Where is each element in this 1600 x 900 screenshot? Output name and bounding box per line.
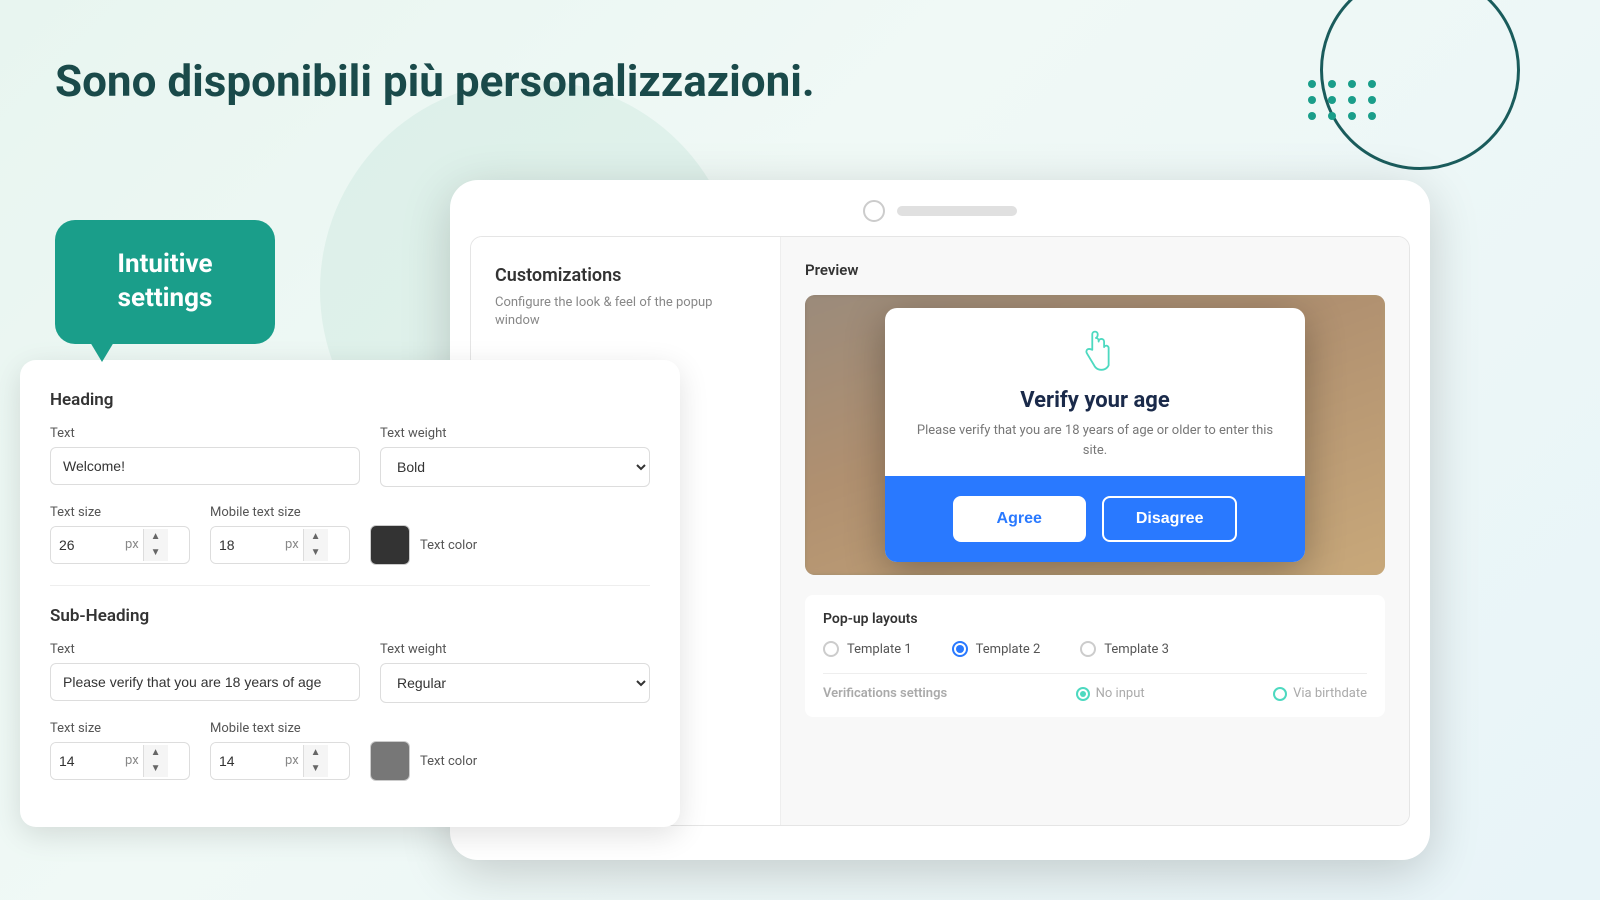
heading-text-input[interactable] <box>50 447 360 485</box>
bg-dots <box>1308 80 1380 120</box>
heading-color-swatch[interactable] <box>370 525 410 565</box>
subheading-mobile-size-group: px ▲ ▼ <box>210 742 350 780</box>
subheading-mobile-size-input[interactable] <box>211 743 281 779</box>
subheading-color-label: Text color <box>420 754 477 769</box>
customizations-title: Customizations <box>495 265 756 286</box>
subheading-size-group: px ▲ ▼ <box>50 742 190 780</box>
heading-size-down[interactable]: ▼ <box>144 545 168 561</box>
template2-option[interactable]: Template 2 <box>952 641 1041 657</box>
heading-size-label: Text size <box>50 505 190 520</box>
main-heading: Sono disponibili più personalizzazioni. <box>55 55 815 108</box>
heading-size-up[interactable]: ▲ <box>144 529 168 545</box>
via-birthdate-label: Via birthdate <box>1293 686 1367 701</box>
subheading-mobile-down[interactable]: ▼ <box>304 761 328 777</box>
hand-stop-icon <box>1070 328 1120 378</box>
subheading-mobile-up[interactable]: ▲ <box>304 745 328 761</box>
subheading-size-input[interactable] <box>51 743 121 779</box>
agree-button[interactable]: Agree <box>953 496 1086 542</box>
tablet-bar <box>897 206 1017 216</box>
no-input-label: No input <box>1096 686 1145 701</box>
template3-label: Template 3 <box>1104 642 1169 657</box>
heading-mobile-down[interactable]: ▼ <box>304 545 328 561</box>
popup-description: Please verify that you are 18 years of a… <box>885 421 1305 476</box>
preview-panel: Preview Verify your age Please verify th… <box>781 237 1409 825</box>
subheading-mobile-arrows: ▲ ▼ <box>303 745 328 777</box>
hand-icon-container <box>885 308 1305 388</box>
divider <box>50 585 650 586</box>
heading-mobile-arrows: ▲ ▼ <box>303 529 328 561</box>
template1-option[interactable]: Template 1 <box>823 641 912 657</box>
heading-mobile-up[interactable]: ▲ <box>304 529 328 545</box>
age-verification-popup: Verify your age Please verify that you a… <box>885 308 1305 562</box>
via-birthdate-radio[interactable] <box>1273 687 1287 701</box>
speech-bubble: Intuitive settings <box>55 220 275 344</box>
subheading-size-label: Text size <box>50 721 190 736</box>
subheading-size-up[interactable]: ▲ <box>144 745 168 761</box>
heading-size-group: px ▲ ▼ <box>50 526 190 564</box>
settings-panel: Heading Text Text weight Bold Regular Li… <box>20 360 680 827</box>
customizations-description: Configure the look & feel of the popup w… <box>495 294 756 330</box>
speech-bubble-line2: settings <box>118 283 213 313</box>
heading-size-arrows: ▲ ▼ <box>143 529 168 561</box>
template1-label: Template 1 <box>847 642 912 657</box>
subheading-mobile-unit: px <box>281 753 303 768</box>
verification-settings: Verifications settings No input Via birt… <box>823 673 1367 701</box>
subheading-section-title: Sub-Heading <box>50 606 650 626</box>
tablet-header <box>470 200 1410 236</box>
heading-color-label: Text color <box>420 538 477 553</box>
no-input-radio-inner <box>1080 691 1086 697</box>
tablet-home-btn <box>863 200 885 222</box>
heading-section-title: Heading <box>50 390 650 410</box>
subheading-text-label: Text <box>50 642 360 657</box>
subheading-size-down[interactable]: ▼ <box>144 761 168 777</box>
disagree-button[interactable]: Disagree <box>1102 496 1238 542</box>
subheading-size-arrows: ▲ ▼ <box>143 745 168 777</box>
speech-bubble-line1: Intuitive <box>117 249 212 279</box>
subheading-color-swatch[interactable] <box>370 741 410 781</box>
template2-radio[interactable] <box>952 641 968 657</box>
preview-title: Preview <box>805 261 1385 279</box>
subheading-size-unit: px <box>121 753 143 768</box>
heading-mobile-size-group: px ▲ ▼ <box>210 526 350 564</box>
layout-options: Template 1 Template 2 Template 3 <box>823 641 1367 657</box>
template2-label: Template 2 <box>976 642 1041 657</box>
heading-weight-select[interactable]: Bold Regular Light <box>380 447 650 487</box>
subheading-weight-label: Text weight <box>380 642 650 657</box>
heading-size-input[interactable] <box>51 527 121 563</box>
no-input-option[interactable]: No input <box>1076 686 1145 701</box>
template3-radio[interactable] <box>1080 641 1096 657</box>
popup-buttons: Agree Disagree <box>885 476 1305 562</box>
popup-layouts-title: Pop-up layouts <box>823 611 1367 627</box>
heading-mobile-size-input[interactable] <box>211 527 281 563</box>
subheading-weight-select[interactable]: Regular Bold Light <box>380 663 650 703</box>
template1-radio[interactable] <box>823 641 839 657</box>
heading-size-unit: px <box>121 537 143 552</box>
heading-weight-label: Text weight <box>380 426 650 441</box>
preview-image-container: Verify your age Please verify that you a… <box>805 295 1385 575</box>
subheading-mobile-size-label: Mobile text size <box>210 721 350 736</box>
popup-layouts-section: Pop-up layouts Template 1 Template 2 <box>805 595 1385 717</box>
heading-mobile-unit: px <box>281 537 303 552</box>
popup-title: Verify your age <box>885 388 1305 421</box>
subheading-text-input[interactable] <box>50 663 360 701</box>
verification-settings-title: Verifications settings <box>823 686 947 701</box>
template3-option[interactable]: Template 3 <box>1080 641 1169 657</box>
heading-text-label: Text <box>50 426 360 441</box>
via-birthdate-option[interactable]: Via birthdate <box>1273 686 1367 701</box>
template2-radio-inner <box>956 645 964 653</box>
no-input-radio[interactable] <box>1076 687 1090 701</box>
heading-mobile-size-label: Mobile text size <box>210 505 350 520</box>
